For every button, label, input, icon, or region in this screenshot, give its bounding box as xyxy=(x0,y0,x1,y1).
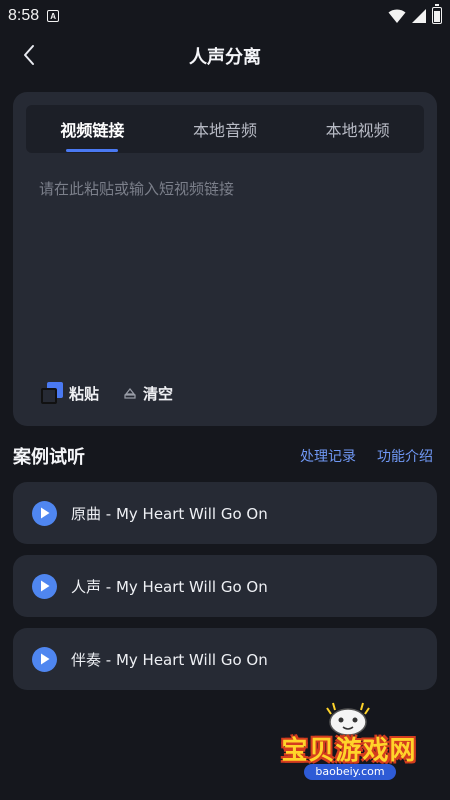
watermark-title: 宝贝游戏网 xyxy=(281,736,417,766)
sample-vocals[interactable]: 人声 - My Heart Will Go On xyxy=(13,555,437,617)
sample-accompaniment[interactable]: 伴奏 - My Heart Will Go On xyxy=(13,628,437,690)
examples-title: 案例试听 xyxy=(13,447,85,468)
sample-original[interactable]: 原曲 - My Heart Will Go On xyxy=(13,482,437,544)
notification-icon: A xyxy=(47,10,60,22)
signal-icon xyxy=(412,8,426,23)
sample-label: 伴奏 - My Heart Will Go On xyxy=(71,650,268,669)
play-icon xyxy=(40,507,49,519)
tab-local-audio[interactable]: 本地音频 xyxy=(159,105,292,153)
sample-label: 原曲 - My Heart Will Go On xyxy=(71,504,268,523)
play-button[interactable] xyxy=(32,500,57,526)
status-time: 8:58 xyxy=(8,7,40,24)
status-icons xyxy=(388,4,442,24)
watermark-logo: 宝贝游戏网 baobeiy.com xyxy=(268,700,428,790)
history-link[interactable]: 处理记录 xyxy=(300,446,356,466)
clear-label: 清空 xyxy=(143,384,174,403)
tab-local-video[interactable]: 本地视频 xyxy=(291,105,424,153)
battery-icon xyxy=(432,4,442,24)
play-icon xyxy=(40,653,49,665)
play-icon xyxy=(40,580,49,592)
input-actions: 粘贴 清空 xyxy=(41,382,197,404)
tab-label: 视频链接 xyxy=(60,121,125,140)
status-bar: 8:58 A xyxy=(0,0,450,32)
paste-button[interactable]: 粘贴 xyxy=(41,382,99,404)
video-link-input[interactable] xyxy=(39,178,411,348)
tab-label: 本地视频 xyxy=(325,121,390,140)
play-button[interactable] xyxy=(32,573,57,599)
sample-label: 人声 - My Heart Will Go On xyxy=(71,577,268,596)
paste-icon xyxy=(41,382,63,404)
active-tab-indicator xyxy=(66,149,119,152)
tab-video-link[interactable]: 视频链接 xyxy=(26,105,159,153)
play-button[interactable] xyxy=(32,646,57,672)
page-title: 人声分离 xyxy=(189,47,261,68)
watermark-url: baobeiy.com xyxy=(304,764,396,780)
eraser-icon xyxy=(124,388,136,399)
paste-label: 粘贴 xyxy=(69,384,100,403)
wifi-icon xyxy=(388,9,406,23)
intro-link[interactable]: 功能介绍 xyxy=(377,446,433,466)
clear-button[interactable]: 清空 xyxy=(123,383,173,404)
app-header: 人声分离 xyxy=(0,32,450,78)
source-tabs: 视频链接 本地音频 本地视频 xyxy=(26,105,424,153)
tab-label: 本地音频 xyxy=(193,121,258,140)
input-card: 视频链接 本地音频 本地视频 粘贴 清空 xyxy=(13,92,437,426)
